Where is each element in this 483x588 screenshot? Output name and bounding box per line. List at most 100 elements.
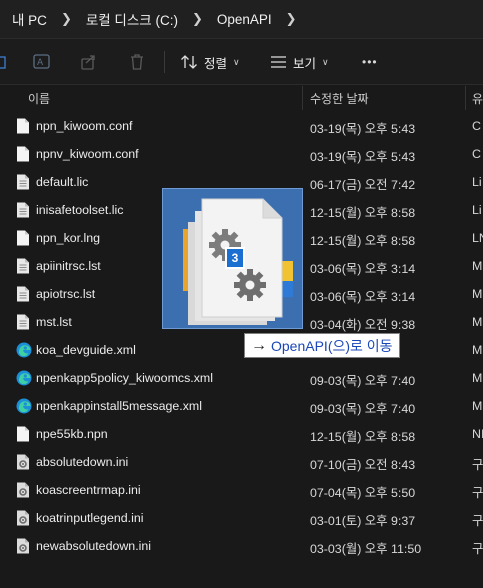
file-modified-date: 03-01(토) 오후 9:37 bbox=[310, 514, 416, 528]
file-modified-date: 03-04(화) 오전 9:38 bbox=[310, 318, 416, 332]
file-row[interactable]: koascreentrmap.ini 07-04(목) 오후 5:50 구 bbox=[0, 476, 483, 504]
file-name: absolutedown.ini bbox=[36, 455, 129, 469]
drag-drop-tooltip: → OpenAPI(으)로 이동 bbox=[244, 333, 400, 358]
settings-file-icon bbox=[16, 510, 30, 526]
file-type: M bbox=[472, 315, 483, 329]
file-type: 구 bbox=[472, 458, 483, 472]
settings-file-icon bbox=[16, 482, 30, 498]
file-name: npenkapp5policy_kiwoomcs.xml bbox=[36, 371, 213, 385]
column-header-row: 이름 수정한 날짜 유 bbox=[0, 86, 483, 110]
view-button[interactable]: 보기 ∨ bbox=[270, 39, 329, 85]
file-name: koascreentrmap.ini bbox=[36, 483, 141, 497]
settings-file-icon bbox=[16, 454, 30, 470]
settings-file-icon bbox=[16, 538, 30, 554]
text-document-icon bbox=[16, 202, 30, 218]
file-type: Li bbox=[472, 175, 482, 189]
file-type: C bbox=[472, 147, 481, 161]
file-type: 구 bbox=[472, 514, 483, 528]
column-header-name[interactable]: 이름 bbox=[28, 90, 50, 107]
file-row[interactable]: absolutedown.ini 07-10(금) 오전 8:43 구 bbox=[0, 448, 483, 476]
drag-drop-tooltip-text: OpenAPI(으)로 이동 bbox=[271, 337, 393, 354]
toolbar-divider bbox=[164, 51, 165, 73]
file-type: M bbox=[472, 371, 483, 385]
file-name: koatrinputlegend.ini bbox=[36, 511, 144, 525]
file-row[interactable]: npnv_kiwoom.conf 03-19(목) 오후 5:43 C bbox=[0, 140, 483, 168]
drag-count-badge: 3 bbox=[225, 247, 245, 269]
file-row[interactable]: newabsolutedown.ini 03-03(월) 오후 11:50 구 bbox=[0, 532, 483, 560]
file-name: apiinitrsc.lst bbox=[36, 259, 101, 273]
file-modified-date: 03-19(목) 오후 5:43 bbox=[310, 150, 416, 164]
view-list-icon bbox=[271, 56, 286, 68]
file-name: npe55kb.npn bbox=[36, 427, 108, 441]
edge-browser-icon bbox=[16, 342, 32, 358]
column-header-modified[interactable]: 수정한 날짜 bbox=[310, 90, 369, 107]
arrow-right-icon: → bbox=[251, 336, 267, 354]
breadcrumb-item-openapi[interactable]: OpenAPI bbox=[217, 12, 272, 27]
file-name: npnv_kiwoom.conf bbox=[36, 147, 139, 161]
file-modified-date: 12-15(월) 오후 8:58 bbox=[310, 206, 416, 220]
file-row[interactable]: npn_kiwoom.conf 03-19(목) 오후 5:43 C bbox=[0, 112, 483, 140]
file-modified-date: 03-06(목) 오후 3:14 bbox=[310, 290, 416, 304]
file-modified-date: 07-04(목) 오후 5:50 bbox=[310, 486, 416, 500]
file-type: LN bbox=[472, 231, 483, 245]
view-label: 보기 bbox=[293, 56, 317, 71]
file-modified-date: 03-19(목) 오후 5:43 bbox=[310, 122, 416, 136]
file-name: newabsolutedown.ini bbox=[36, 539, 152, 553]
file-type: M bbox=[472, 259, 483, 273]
text-document-icon bbox=[16, 314, 30, 330]
chevron-right-icon[interactable]: ❯ bbox=[286, 11, 297, 27]
column-header-type[interactable]: 유 bbox=[472, 90, 483, 107]
file-modified-date: 12-15(월) 오후 8:58 bbox=[310, 430, 416, 444]
chevron-right-icon[interactable]: ❯ bbox=[192, 11, 203, 27]
file-name: mst.lst bbox=[36, 315, 72, 329]
file-name: inisafetoolset.lic bbox=[36, 203, 124, 217]
svg-text:A: A bbox=[37, 58, 44, 68]
sort-button[interactable]: 정렬 ∨ bbox=[180, 39, 240, 85]
share-icon[interactable] bbox=[80, 39, 98, 85]
drag-preview: 3 bbox=[162, 188, 303, 329]
text-document-icon bbox=[16, 286, 30, 302]
file-row[interactable]: npenkapp5policy_kiwoomcs.xml 09-03(목) 오후 … bbox=[0, 364, 483, 392]
breadcrumb-item-local-disk[interactable]: 로컬 디스크 (C:) bbox=[86, 9, 178, 29]
document-icon bbox=[16, 426, 30, 442]
sort-icon bbox=[181, 55, 197, 69]
document-icon bbox=[16, 146, 30, 162]
text-document-icon bbox=[16, 258, 30, 274]
edge-browser-icon bbox=[16, 398, 32, 414]
paste-icon[interactable] bbox=[0, 39, 6, 85]
file-row[interactable]: npe55kb.npn 12-15(월) 오후 8:58 NI bbox=[0, 420, 483, 448]
file-name: koa_devguide.xml bbox=[36, 343, 136, 357]
column-divider[interactable] bbox=[465, 86, 466, 110]
file-type: M bbox=[472, 399, 483, 413]
file-type: M bbox=[472, 343, 483, 357]
file-type: M bbox=[472, 287, 483, 301]
rename-icon[interactable]: A bbox=[33, 39, 51, 85]
file-name: npn_kiwoom.conf bbox=[36, 119, 133, 133]
breadcrumb: 내 PC ❯ 로컬 디스크 (C:) ❯ OpenAPI ❯ bbox=[0, 0, 483, 38]
file-type: Li bbox=[472, 203, 482, 217]
text-document-icon bbox=[16, 174, 30, 190]
file-row[interactable]: npenkappinstall5message.xml 09-03(목) 오후 7… bbox=[0, 392, 483, 420]
file-type: 구 bbox=[472, 542, 483, 556]
file-modified-date: 03-06(목) 오후 3:14 bbox=[310, 262, 416, 276]
file-modified-date: 07-10(금) 오전 8:43 bbox=[310, 458, 416, 472]
sort-label: 정렬 bbox=[204, 56, 228, 71]
file-type: NI bbox=[472, 427, 483, 441]
file-row[interactable]: koa_devguide.xml M bbox=[0, 336, 483, 364]
file-name: npenkappinstall5message.xml bbox=[36, 399, 202, 413]
file-modified-date: 06-17(금) 오전 7:42 bbox=[310, 178, 416, 192]
file-modified-date: 03-03(월) 오후 11:50 bbox=[310, 542, 422, 556]
delete-icon[interactable] bbox=[129, 39, 145, 85]
chevron-right-icon[interactable]: ❯ bbox=[61, 11, 72, 27]
file-name: apiotrsc.lst bbox=[36, 287, 96, 301]
breadcrumb-item-this-pc[interactable]: 내 PC bbox=[12, 9, 47, 29]
document-icon bbox=[16, 118, 30, 134]
file-modified-date: 09-03(목) 오후 7:40 bbox=[310, 402, 416, 416]
command-bar: A 정렬 ∨ 보기 ∨ ••• bbox=[0, 38, 483, 85]
file-modified-date: 09-03(목) 오후 7:40 bbox=[310, 374, 416, 388]
document-icon bbox=[16, 230, 30, 246]
file-row[interactable]: koatrinputlegend.ini 03-01(토) 오후 9:37 구 bbox=[0, 504, 483, 532]
file-name: default.lic bbox=[36, 175, 89, 189]
column-divider[interactable] bbox=[302, 86, 303, 110]
more-options-icon[interactable]: ••• bbox=[362, 39, 378, 85]
